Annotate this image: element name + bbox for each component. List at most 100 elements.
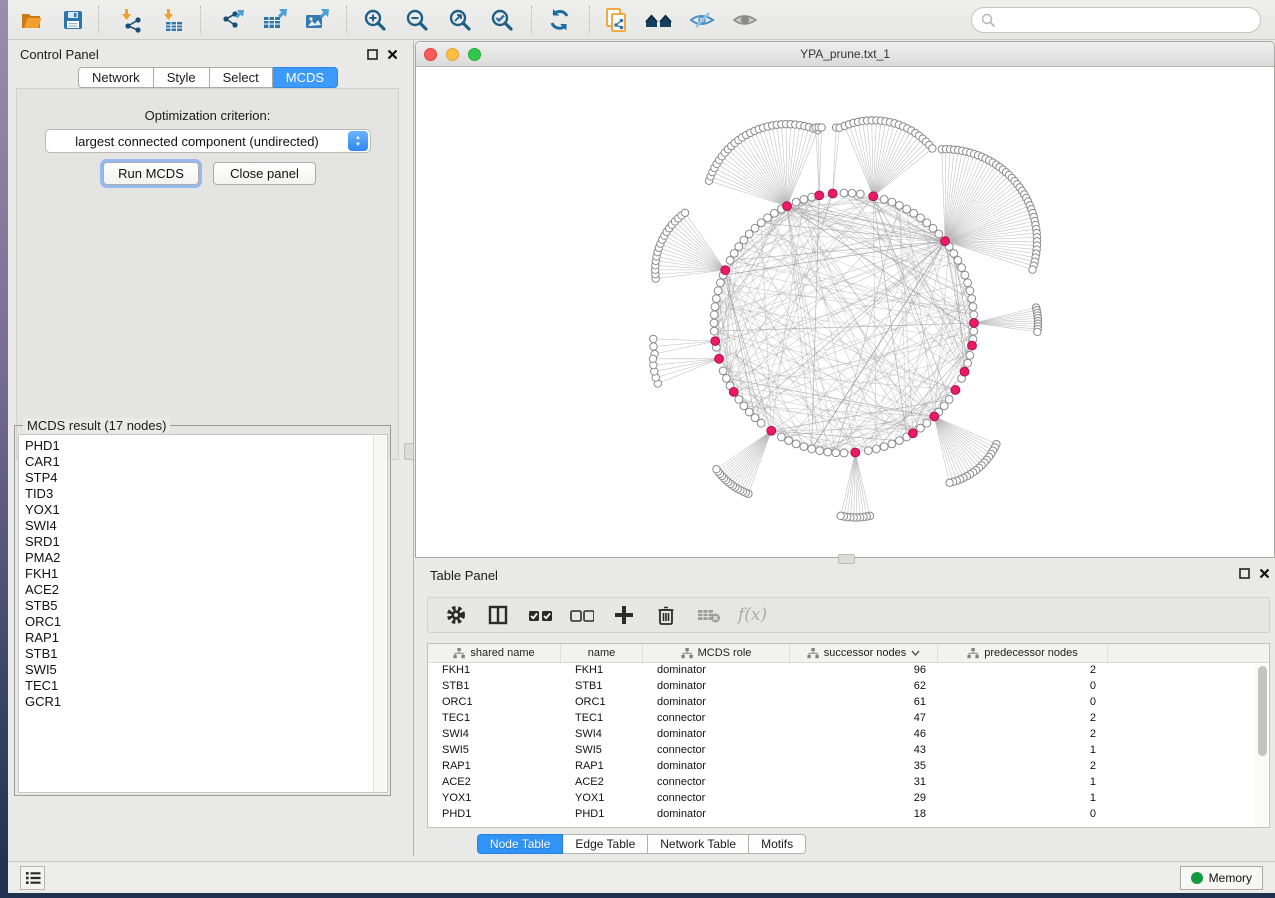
run-mcds-button[interactable]: Run MCDS xyxy=(103,162,199,185)
export-table-icon[interactable] xyxy=(260,6,290,34)
table-cell[interactable]: 61 xyxy=(790,695,938,711)
tab-style[interactable]: Style xyxy=(154,67,210,88)
mcds-result-item[interactable]: STP4 xyxy=(25,470,387,486)
table-cell[interactable]: 62 xyxy=(790,679,938,695)
table-cell[interactable]: YOX1 xyxy=(428,791,561,807)
table-cell[interactable]: 0 xyxy=(938,695,1108,711)
table-row[interactable]: YOX1YOX1connector291 xyxy=(428,791,1269,807)
table-cell[interactable]: 46 xyxy=(790,727,938,743)
table-cell[interactable]: 1 xyxy=(938,791,1108,807)
mcds-result-item[interactable]: STB1 xyxy=(25,646,387,662)
table-cell[interactable]: STB1 xyxy=(561,679,643,695)
table-cell[interactable]: 2 xyxy=(938,759,1108,775)
show-all-icon[interactable] xyxy=(730,6,760,34)
table-cell[interactable]: 31 xyxy=(790,775,938,791)
export-image-icon[interactable] xyxy=(302,6,332,34)
table-cell[interactable]: connector xyxy=(643,791,790,807)
table-cell[interactable]: 1 xyxy=(938,743,1108,759)
export-network-icon[interactable] xyxy=(218,6,248,34)
mcds-result-item[interactable]: YOX1 xyxy=(25,502,387,518)
table-cell[interactable]: PHD1 xyxy=(561,807,643,823)
refresh-icon[interactable] xyxy=(545,6,575,34)
mcds-result-item[interactable]: FKH1 xyxy=(25,566,387,582)
mcds-result-item[interactable]: RAP1 xyxy=(25,630,387,646)
zoom-fit-icon[interactable] xyxy=(445,6,475,34)
table-cell[interactable]: connector xyxy=(643,711,790,727)
table-cell[interactable]: dominator xyxy=(643,759,790,775)
table-cell[interactable]: SWI4 xyxy=(428,727,561,743)
table-cell[interactable]: connector xyxy=(643,743,790,759)
column-header-successor-nodes[interactable]: successor nodes xyxy=(790,644,938,662)
vertical-divider-handle[interactable] xyxy=(404,443,414,460)
table-row[interactable]: ORC1ORC1dominator610 xyxy=(428,695,1269,711)
function-builder-icon[interactable]: f(x) xyxy=(738,605,767,625)
table-row[interactable]: TEC1TEC1connector472 xyxy=(428,711,1269,727)
tab-network-table[interactable]: Network Table xyxy=(648,834,749,854)
table-cell[interactable]: 2 xyxy=(938,663,1108,679)
mcds-result-item[interactable]: SRD1 xyxy=(25,534,387,550)
select-all-icon[interactable] xyxy=(528,603,552,627)
column-header-shared-name[interactable]: shared name xyxy=(428,644,561,662)
criterion-dropdown[interactable]: largest connected component (undirected)… xyxy=(45,129,371,153)
mcds-result-item[interactable]: ACE2 xyxy=(25,582,387,598)
table-cell[interactable]: TEC1 xyxy=(428,711,561,727)
tab-node-table[interactable]: Node Table xyxy=(477,834,564,854)
table-cell[interactable]: dominator xyxy=(643,807,790,823)
table-cell[interactable]: TEC1 xyxy=(561,711,643,727)
table-cell[interactable]: 2 xyxy=(938,711,1108,727)
mcds-result-item[interactable]: SWI4 xyxy=(25,518,387,534)
table-cell[interactable]: dominator xyxy=(643,727,790,743)
mcds-result-item[interactable]: TID3 xyxy=(25,486,387,502)
tab-select[interactable]: Select xyxy=(210,67,273,88)
search-input[interactable] xyxy=(971,7,1261,33)
table-cell[interactable]: 29 xyxy=(790,791,938,807)
deselect-all-icon[interactable] xyxy=(570,603,594,627)
zoom-out-icon[interactable] xyxy=(402,6,432,34)
table-cell[interactable]: SWI4 xyxy=(561,727,643,743)
zoom-in-icon[interactable] xyxy=(360,6,390,34)
float-panel-icon[interactable] xyxy=(366,48,379,61)
table-row[interactable]: ACE2ACE2connector311 xyxy=(428,775,1269,791)
table-cell[interactable]: STB1 xyxy=(428,679,561,695)
table-cell[interactable]: connector xyxy=(643,775,790,791)
mcds-result-list[interactable]: PHD1CAR1STP4TID3YOX1SWI4SRD1PMA2FKH1ACE2… xyxy=(18,434,388,793)
table-cell[interactable]: FKH1 xyxy=(428,663,561,679)
table-scrollbar-thumb[interactable] xyxy=(1258,666,1267,756)
mcds-result-item[interactable]: SWI5 xyxy=(25,662,387,678)
table-cell[interactable]: dominator xyxy=(643,663,790,679)
table-cell[interactable]: dominator xyxy=(643,679,790,695)
mcds-result-item[interactable]: TEC1 xyxy=(25,678,387,694)
table-cell[interactable]: 2 xyxy=(938,727,1108,743)
mcds-result-item[interactable]: PHD1 xyxy=(25,438,387,454)
table-cell[interactable]: 47 xyxy=(790,711,938,727)
tab-motifs[interactable]: Motifs xyxy=(749,834,806,854)
column-header-mcds-role[interactable]: MCDS role xyxy=(643,644,790,662)
float-table-panel-icon[interactable] xyxy=(1238,567,1251,580)
table-cell[interactable]: FKH1 xyxy=(561,663,643,679)
table-cell[interactable]: 1 xyxy=(938,775,1108,791)
network-canvas[interactable] xyxy=(416,67,1274,557)
table-cell[interactable]: RAP1 xyxy=(428,759,561,775)
mcds-list-scrollbar[interactable] xyxy=(373,436,386,793)
tab-mcds[interactable]: MCDS xyxy=(273,67,338,88)
table-row[interactable]: SWI5SWI5connector431 xyxy=(428,743,1269,759)
close-panel-icon[interactable] xyxy=(386,48,399,61)
table-cell[interactable]: ACE2 xyxy=(428,775,561,791)
table-cell[interactable]: SWI5 xyxy=(428,743,561,759)
close-table-panel-icon[interactable] xyxy=(1258,567,1271,580)
mcds-result-item[interactable]: STB5 xyxy=(25,598,387,614)
table-cell[interactable]: 0 xyxy=(938,807,1108,823)
table-row[interactable]: SWI4SWI4dominator462 xyxy=(428,727,1269,743)
table-cell[interactable]: ORC1 xyxy=(428,695,561,711)
mcds-result-item[interactable]: PMA2 xyxy=(25,550,387,566)
table-cell[interactable]: 18 xyxy=(790,807,938,823)
hide-selected-icon[interactable] xyxy=(687,6,717,34)
task-history-icon[interactable] xyxy=(20,866,45,890)
table-cell[interactable]: dominator xyxy=(643,695,790,711)
duplicate-network-icon[interactable] xyxy=(601,6,631,34)
table-settings-gear-icon[interactable] xyxy=(444,603,468,627)
tab-network[interactable]: Network xyxy=(78,67,154,88)
network-window-titlebar[interactable]: YPA_prune.txt_1 xyxy=(416,42,1274,67)
table-cell[interactable]: YOX1 xyxy=(561,791,643,807)
delete-column-icon[interactable] xyxy=(654,603,678,627)
